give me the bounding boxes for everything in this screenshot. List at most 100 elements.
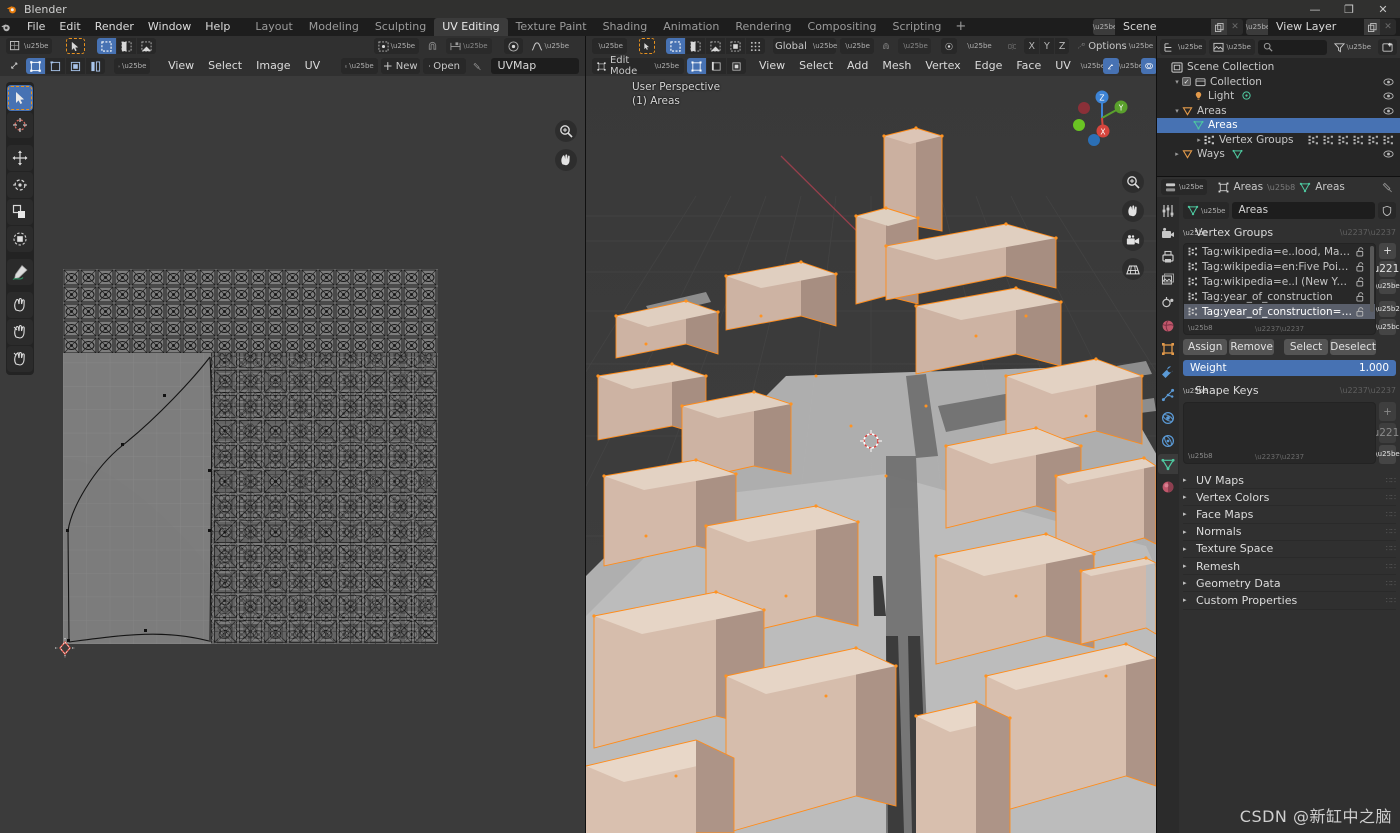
tweak-tool-icon[interactable] (7, 85, 33, 111)
viewport-menu-uv[interactable]: UV (1048, 57, 1078, 75)
panel-normals[interactable]: ▸ Normals ∷∷ (1183, 524, 1396, 541)
mirror-axis-x[interactable]: X (1024, 38, 1039, 54)
hand-pan-icon[interactable] (555, 149, 577, 171)
splitter-outliner-properties[interactable] (1157, 176, 1400, 177)
remove-shape-key-button[interactable]: \u2212 (1369, 423, 1400, 443)
face-select-icon[interactable] (727, 58, 746, 74)
select-extend-icon[interactable] (685, 38, 705, 54)
mirror-axis-z[interactable]: Z (1054, 38, 1070, 54)
select-circle-icon[interactable] (745, 38, 765, 54)
physics-tab-icon[interactable] (1158, 408, 1178, 428)
uv-face-icon[interactable] (66, 58, 86, 74)
panel-remesh[interactable]: ▸ Remesh ∷∷ (1183, 558, 1396, 576)
disclosure-triangle-icon[interactable]: ▸ (1194, 136, 1204, 144)
pin-icon[interactable] (1382, 182, 1393, 193)
edge-select-icon[interactable] (707, 58, 726, 74)
outliner-row-vertex-groups[interactable]: ▸ Vertex Groups (1157, 133, 1400, 148)
outliner-row-areas[interactable]: ▾ Areas (1157, 104, 1400, 119)
panel-face-maps[interactable]: ▸ Face Maps ∷∷ (1183, 506, 1396, 524)
hand-pan-icon[interactable] (1122, 200, 1144, 222)
smooth-falloff-icon[interactable]: \u25be (527, 38, 573, 54)
camera-view-icon[interactable] (1122, 229, 1144, 251)
snap-target-icon[interactable]: \u25be (897, 38, 932, 54)
sticky-selection-icon[interactable]: \u25be (113, 58, 151, 74)
viewport-editor-type-button[interactable]: \u25be (592, 38, 627, 54)
view-layer-unlink-button[interactable]: ✕ (1380, 19, 1396, 35)
menu-help[interactable]: Help (198, 18, 237, 36)
vertex-groups-expand-arrow[interactable]: \u25b8 (1188, 324, 1213, 332)
shape-keys-list[interactable]: \u25b8 \u2237\u2237 (1183, 402, 1376, 464)
scene-unlink-button[interactable]: ✕ (1227, 19, 1243, 35)
vertex-groups-resize-grip[interactable]: \u2237\u2237 (1255, 325, 1304, 333)
outliner-row-areas[interactable]: Areas (1157, 118, 1400, 133)
gizmo-dropdown[interactable]: \u25be (1119, 58, 1143, 74)
workspace-tab-compositing[interactable]: Compositing (800, 18, 885, 36)
vertex-groups-scrollbar[interactable] (1370, 246, 1374, 312)
disclosure-triangle-icon[interactable]: ▾ (1172, 78, 1182, 86)
shape-key-specials-menu-icon[interactable]: \u25be (1375, 444, 1400, 464)
unlocked-icon[interactable] (1356, 276, 1365, 287)
eye-visibility-icon[interactable] (1383, 150, 1394, 158)
breadcrumb-object-label[interactable]: Areas (1233, 181, 1263, 193)
uv-island-icon[interactable] (86, 58, 106, 74)
zoom-icon[interactable] (555, 120, 577, 142)
eye-visibility-icon[interactable] (1383, 78, 1394, 86)
workspace-tab-texture-paint[interactable]: Texture Paint (508, 18, 595, 36)
viewport-3d-canvas[interactable]: User Perspective (1) Areas Z Y X (586, 76, 1156, 833)
open-image-button[interactable]: Open (422, 58, 466, 74)
deselect-button[interactable]: Deselect (1330, 339, 1377, 355)
disclosure-triangle-icon[interactable]: ▾ (1172, 107, 1182, 115)
modifier-tab-icon[interactable] (1158, 362, 1178, 382)
rotate-tool-icon[interactable] (7, 172, 33, 198)
panel-texture-space[interactable]: ▸ Texture Space ∷∷ (1183, 541, 1396, 558)
outliner-row-ways[interactable]: ▸ Ways (1157, 147, 1400, 162)
workspace-tab-uv-editing[interactable]: UV Editing (434, 18, 508, 36)
move-vertex-group-up-button[interactable]: \u25b2 (1375, 301, 1400, 318)
constraints-tab-icon[interactable] (1158, 431, 1178, 451)
uv-pivot-point-icon[interactable]: \u25be (373, 38, 420, 54)
zoom-icon[interactable] (1122, 171, 1144, 193)
toggle-ortho-icon[interactable] (1122, 258, 1144, 280)
object-tab-icon[interactable] (1158, 339, 1178, 359)
mirror-uv-icon[interactable] (1073, 38, 1089, 54)
menu-edit[interactable]: Edit (52, 18, 87, 36)
view-layer-name[interactable]: View Layer (1268, 19, 1364, 35)
menu-file[interactable]: File (20, 18, 52, 36)
world-tab-icon[interactable] (1158, 316, 1178, 336)
select-button[interactable]: Select (1283, 339, 1329, 355)
move-vertex-group-down-button[interactable]: \u25bc (1376, 319, 1400, 335)
options-dropdown[interactable]: Options \u25be (1088, 38, 1153, 54)
viewport-menu-vertex[interactable]: Vertex (918, 57, 967, 75)
add-vertex-group-button[interactable]: + (1379, 243, 1396, 259)
cursor-tool-icon[interactable] (7, 112, 33, 138)
tweak-cursor-icon[interactable] (66, 38, 86, 54)
uv-editor-canvas[interactable] (0, 76, 585, 833)
magnet-icon[interactable] (423, 38, 442, 54)
mirror-axis-y[interactable]: Y (1040, 38, 1054, 54)
shape-keys-panel-header[interactable]: \u25be Shape Keys \u2237\u2237 (1183, 382, 1396, 399)
outliner-row-light[interactable]: Light (1157, 89, 1400, 104)
uv-sync-selection-icon[interactable] (6, 58, 23, 74)
panel-uv-maps[interactable]: ▸ UV Maps ∷∷ (1183, 472, 1396, 490)
select-subtract-icon[interactable] (705, 38, 725, 54)
viewport-menu-mesh[interactable]: Mesh (875, 57, 918, 75)
vertex-group-row[interactable]: Tag:year_of_construction (1184, 289, 1375, 304)
interaction-mode-dropdown[interactable]: Edit Mode \u25be (592, 55, 684, 77)
unlocked-icon[interactable] (1356, 246, 1365, 257)
new-collection-icon[interactable] (1378, 39, 1397, 55)
workspace-tab-sculpting[interactable]: Sculpting (367, 18, 434, 36)
mesh-name-field[interactable]: Areas (1232, 202, 1375, 219)
vertex-groups-panel-header[interactable]: \u25be Vertex Groups \u2237\u2237 (1183, 224, 1396, 241)
vertex-group-row[interactable]: Tag:wikipedia=e..l (New York City) (1184, 274, 1375, 289)
unlocked-icon[interactable] (1356, 291, 1365, 302)
disclosure-triangle-icon[interactable]: ▸ (1172, 150, 1182, 158)
close-button[interactable]: ✕ (1366, 0, 1400, 18)
select-box-alt-icon[interactable] (117, 38, 137, 54)
navigation-gizmo[interactable]: Z Y X (1070, 86, 1134, 150)
proportional-editing-icon[interactable] (503, 38, 523, 54)
mirror-icon[interactable] (1004, 38, 1021, 54)
minimize-button[interactable]: — (1298, 0, 1332, 18)
view-layer-selector[interactable]: \u25be View Layer ✕ (1246, 19, 1396, 35)
eye-visibility-icon[interactable] (1383, 92, 1394, 100)
uv-editor-type-button[interactable]: \u25be (6, 38, 53, 54)
